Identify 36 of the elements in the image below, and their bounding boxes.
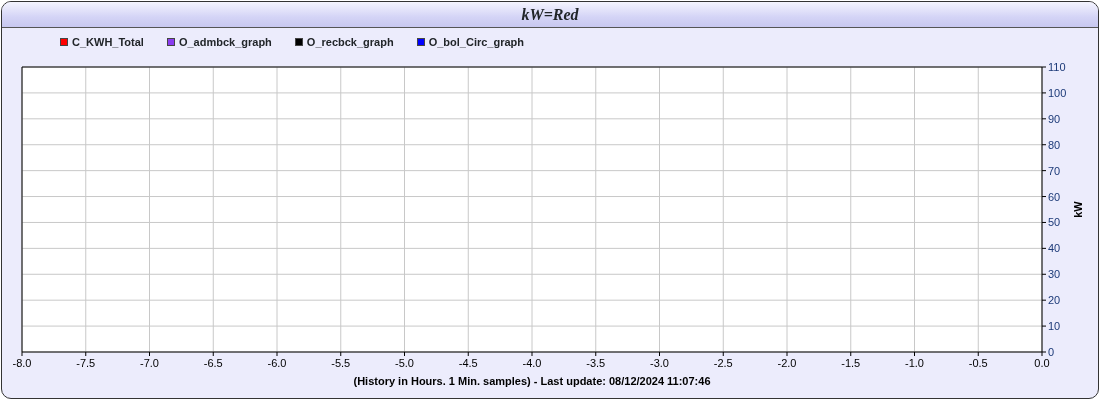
tick-label: 100 xyxy=(1048,86,1067,99)
legend-label: O_recbck_graph xyxy=(306,34,394,50)
tick-label: -0.5 xyxy=(968,357,988,369)
tick-label: -5.0 xyxy=(395,357,414,369)
tick-label: -5.5 xyxy=(331,357,351,369)
chart-title: kW=Red xyxy=(521,6,579,23)
legend-label: O_bol_Circ_graph xyxy=(428,34,525,50)
tick-label: 30 xyxy=(1048,268,1061,281)
tick-label: 110 xyxy=(1048,61,1066,73)
tick-label: -6.5 xyxy=(203,357,223,369)
tick-label: -1.5 xyxy=(841,357,861,369)
tick-label: 60 xyxy=(1048,190,1061,203)
tick-label: 20 xyxy=(1048,294,1061,307)
tick-label: 80 xyxy=(1048,138,1061,151)
tick-label: -8.0 xyxy=(12,357,32,369)
tick-label: -1.0 xyxy=(905,357,924,369)
tick-label: -7.5 xyxy=(76,357,96,369)
tick-label: -7.0 xyxy=(140,357,159,369)
tick-label: -4.0 xyxy=(522,357,542,369)
tick-label: 40 xyxy=(1048,242,1061,255)
tick-label: -3.5 xyxy=(586,357,606,369)
axis-label: kW xyxy=(1072,201,1084,218)
tick-label: 70 xyxy=(1048,164,1061,177)
tick-label: 50 xyxy=(1048,216,1061,229)
tick-label: -2.5 xyxy=(713,357,733,369)
legend-label: O_admbck_graph xyxy=(178,34,272,50)
legend-label: C_KWH_Total xyxy=(72,34,144,50)
tick-label: 0.0 xyxy=(1034,357,1050,369)
axis-label: (History in Hours. 1 Min. samples) - Last update: 08/12/2024 11:07:46 xyxy=(353,375,711,387)
tick-label: 0 xyxy=(1048,346,1055,358)
tick-label: -2.0 xyxy=(777,357,797,369)
tick-label: 10 xyxy=(1048,320,1061,333)
tick-label: -4.5 xyxy=(458,357,478,369)
tick-label: -3.0 xyxy=(650,357,669,369)
tick-label: -6.0 xyxy=(267,357,287,369)
tick-label: 90 xyxy=(1048,112,1061,125)
